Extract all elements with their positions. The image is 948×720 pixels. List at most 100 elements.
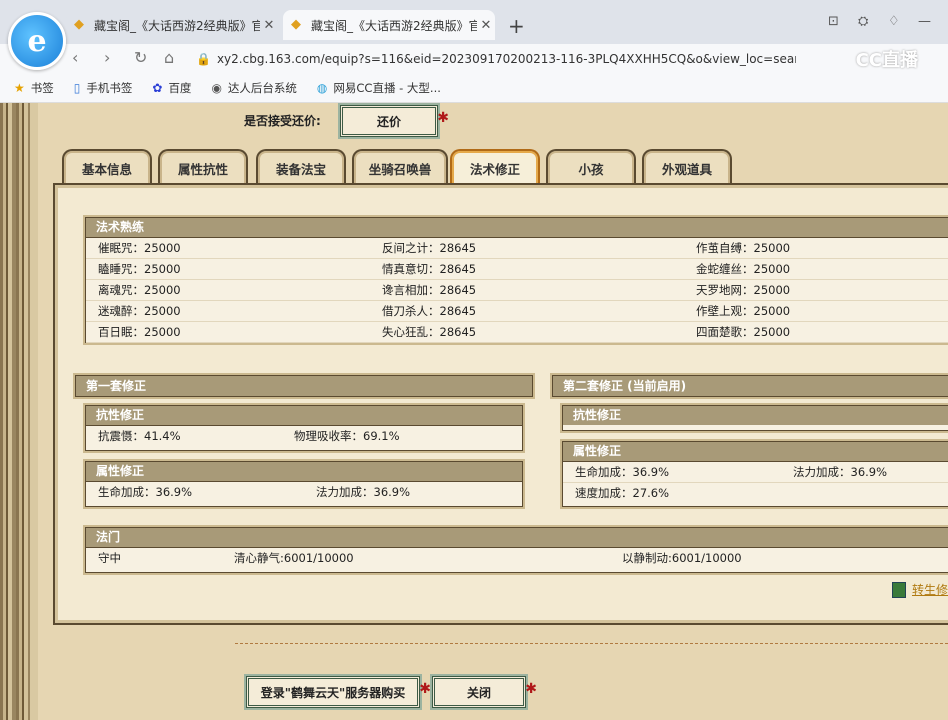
browser-tab-2[interactable]: ◆ 藏宝阁_《大话西游2经典版》官方 ✕ (283, 10, 495, 40)
set1-attr-title: 属性修正 (86, 462, 522, 482)
attr-value: 生命加成：36.9% (98, 485, 193, 499)
menu-icon[interactable]: ⊡ (828, 14, 839, 29)
famen-value: 以静制动:6001/10000 (622, 551, 742, 565)
spell-value: 作壁上观：25000 (696, 304, 791, 318)
spell-modify-panel: 法术熟练 催眠咒：25000 反间之计：28645 作茧自缚：25000 瞌睡咒… (53, 183, 948, 625)
address-bar: ‹ › ↻ ⌂ 🔒 xy2.cbg.163.com/equip?s=116&eid… (0, 44, 948, 74)
spell-value: 迷魂醉：25000 (98, 304, 181, 318)
attr-value: 法力加成：36.9% (316, 485, 411, 499)
forward-icon[interactable]: › (104, 48, 110, 67)
table-row: 催眠咒：25000 反间之计：28645 作茧自缚：25000 (86, 238, 948, 259)
bookmark-mobile[interactable]: ▯ 手机书签 (74, 80, 133, 96)
set1-attr-box: 属性修正 生命加成：36.9% 法力加成：36.9% (85, 461, 523, 507)
famen-title: 法门 (86, 528, 948, 548)
tab-child[interactable]: 小孩 (546, 149, 636, 185)
close-button[interactable]: 关闭 ✱ (432, 676, 537, 708)
table-row: 瞌睡咒：25000 情真意切：28645 金蛇缠丝：25000 (86, 259, 948, 280)
set2-attr-title: 属性修正 (563, 442, 948, 462)
tab-attr-resist[interactable]: 属性抗性 (158, 149, 248, 185)
tab-appearance[interactable]: 外观道具 (642, 149, 732, 185)
bookmark-cc[interactable]: ◍ 网易CC直播 - 大型... (317, 80, 441, 96)
tab-title: 藏宝阁_《大话西游2经典版》官方 (311, 18, 477, 33)
counter-offer-button[interactable]: 还价 ✱ (340, 105, 449, 137)
set2-title: 第二套修正 (当前启用) (552, 375, 948, 397)
attr-value: 生命加成：36.9% (575, 465, 670, 479)
url-field[interactable]: 🔒 xy2.cbg.163.com/equip?s=116&eid=2023091… (196, 49, 796, 69)
resist-value: 抗震慑：41.4% (98, 429, 181, 443)
tab-title: 藏宝阁_《大话西游2经典版》官方 (94, 18, 260, 33)
close-tab-icon[interactable]: ✕ (477, 18, 495, 33)
tab-basic-info[interactable]: 基本信息 (62, 149, 152, 185)
watermark: CC直播 (855, 50, 918, 71)
paw-icon: ✿ (152, 81, 163, 95)
home-icon[interactable]: ⌂ (164, 48, 174, 67)
spell-mastery-title: 法术熟练 (86, 218, 948, 238)
bookmark-baidu[interactable]: ✿ 百度 (152, 80, 191, 96)
attr-value: 速度加成：27.6% (575, 486, 670, 500)
minimize-icon[interactable]: — (918, 14, 931, 29)
globe-icon: ◉ (211, 81, 222, 95)
set1-resist-box: 抗性修正 抗震慑：41.4% 物理吸收率：69.1% (85, 405, 523, 451)
table-row: 生命加成：36.9% 法力加成：36.9% (86, 482, 522, 502)
extensions-icon[interactable]: ⛭ (858, 14, 868, 29)
spell-value: 作茧自缚：25000 (696, 241, 791, 255)
spell-value: 离魂咒：25000 (98, 283, 181, 297)
table-row: 迷魂醉：25000 借刀杀人：28645 作壁上观：25000 (86, 301, 948, 322)
spell-value: 四面楚歌：25000 (696, 325, 791, 339)
set1-resist-title: 抗性修正 (86, 406, 522, 426)
spell-value: 瞌睡咒：25000 (98, 262, 181, 276)
cc-icon: ◍ (316, 81, 328, 95)
table-row: 生命加成：36.9% 法力加成：36.9% (563, 462, 948, 483)
decorative-border (0, 103, 38, 720)
table-row: 守中 清心静气:6001/10000 以静制动:6001/10000 (86, 548, 948, 568)
browser-tab-bar: ◆ 藏宝阁_《大话西游2经典版》官方 ✕ ◆ 藏宝阁_《大话西游2经典版》官方 … (0, 0, 948, 44)
spell-value: 天罗地网：25000 (696, 283, 791, 297)
login-buy-button[interactable]: 登录"鹤舞云天"服务器购买 ✱ (246, 676, 431, 708)
spell-value: 借刀杀人：28645 (382, 304, 477, 318)
table-row: 百日眠：25000 失心狂乱：28645 四面楚歌：25000 (86, 322, 948, 343)
spell-value: 百日眠：25000 (98, 325, 181, 339)
famen-value: 守中 (98, 551, 121, 565)
attr-value: 法力加成：36.9% (793, 465, 888, 479)
set2-resist-title: 抗性修正 (563, 406, 948, 425)
famen-value: 清心静气:6001/10000 (234, 551, 354, 565)
spell-value: 催眠咒：25000 (98, 241, 181, 255)
lock-icon: 🔒 (196, 52, 211, 66)
tab-mount-summon[interactable]: 坐骑召唤兽 (352, 149, 448, 185)
shirt-icon[interactable]: ♢ (888, 14, 900, 29)
phone-icon: ▯ (73, 81, 81, 95)
rebirth-calc-link[interactable]: 转生修 (892, 581, 948, 598)
browser-logo-icon: e (8, 12, 66, 70)
new-tab-icon[interactable]: + (508, 14, 525, 38)
set2-resist-box: 抗性修正 (562, 405, 948, 431)
spell-value: 谗言相加：28645 (382, 283, 477, 297)
spell-value: 金蛇缠丝：25000 (696, 262, 791, 276)
reload-icon[interactable]: ↻ (134, 48, 147, 67)
resist-value: 物理吸收率：69.1% (294, 429, 400, 443)
bookmark-daren[interactable]: ◉ 达人后台系统 (211, 80, 296, 96)
divider (235, 643, 948, 644)
close-tab-icon[interactable]: ✕ (260, 18, 278, 33)
spell-value: 反间之计：28645 (382, 241, 477, 255)
set1-title: 第一套修正 (75, 375, 533, 397)
spell-mastery-box: 法术熟练 催眠咒：25000 反间之计：28645 作茧自缚：25000 瞌睡咒… (85, 217, 948, 343)
cbg-favicon-icon: ◆ (74, 17, 84, 32)
table-row: 速度加成：27.6% (563, 483, 948, 503)
tab-spell-modify[interactable]: 法术修正 (450, 149, 540, 185)
spell-value: 情真意切：28645 (382, 262, 477, 276)
table-row: 离魂咒：25000 谗言相加：28645 天罗地网：25000 (86, 280, 948, 301)
red-mark-icon: ✱ (419, 681, 431, 697)
red-mark-icon: ✱ (437, 110, 449, 126)
back-icon[interactable]: ‹ (72, 48, 78, 67)
table-row: 抗震慑：41.4% 物理吸收率：69.1% (86, 426, 522, 446)
bookmark-shuqian[interactable]: ★ 书签 (14, 80, 54, 96)
tab-equip-treasure[interactable]: 装备法宝 (256, 149, 346, 185)
famen-box: 法门 守中 清心静气:6001/10000 以静制动:6001/10000 (85, 527, 948, 573)
red-mark-icon: ✱ (525, 681, 537, 697)
page-content: 是否接受还价: 还价 ✱ 基本信息 属性抗性 装备法宝 坐骑召唤兽 法术修正 小… (0, 103, 948, 720)
spell-value: 失心狂乱：28645 (382, 325, 477, 339)
star-icon: ★ (14, 81, 25, 95)
cbg-favicon-icon: ◆ (291, 17, 301, 32)
url-text: xy2.cbg.163.com/equip?s=116&eid=20230917… (216, 52, 796, 66)
browser-tab-1[interactable]: ◆ 藏宝阁_《大话西游2经典版》官方 ✕ (66, 10, 278, 40)
